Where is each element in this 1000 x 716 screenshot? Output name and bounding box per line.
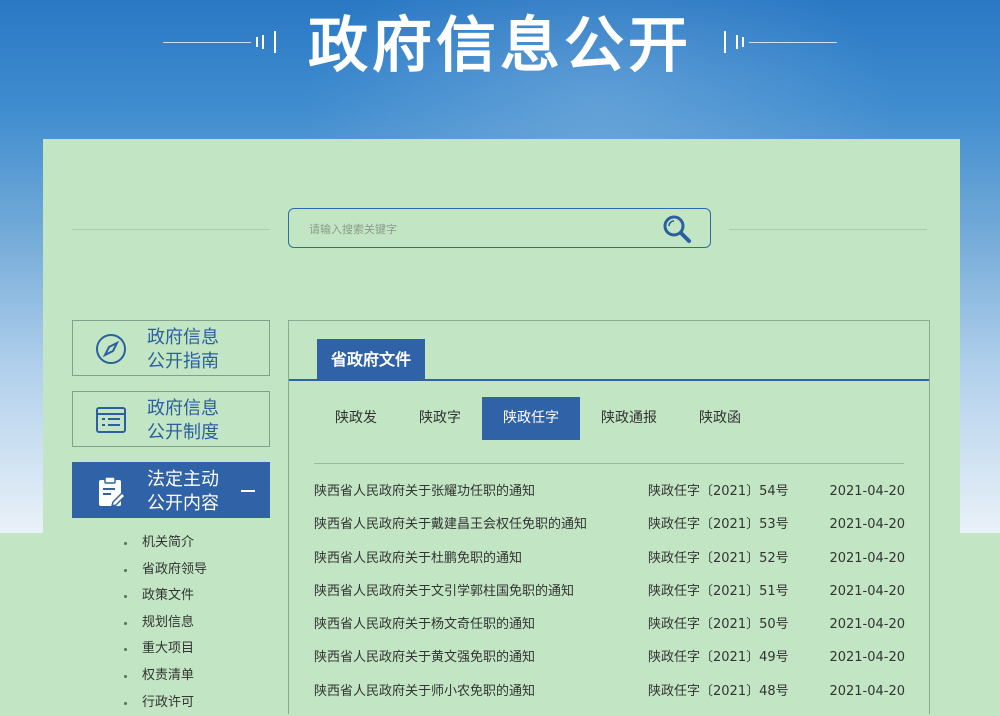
search-input[interactable]: [307, 218, 641, 240]
list-item: 陕西省人民政府关于张耀功任职的通知 陕政任字〔2021〕54号 2021-04-…: [314, 477, 905, 510]
list-item: 陕西省人民政府关于黄文强免职的通知 陕政任字〔2021〕49号 2021-04-…: [314, 643, 905, 676]
sidebar-item-label: 公开指南: [147, 351, 219, 372]
sidebar-item-label: 政府信息: [147, 327, 219, 348]
list-item: 陕西省人民政府关于杜鹏免职的通知 陕政任字〔2021〕52号 2021-04-2…: [314, 544, 905, 577]
document-date: 2021-04-20: [829, 550, 905, 566]
list-item: 陕西省人民政府关于文引学郭柱国免职的通知 陕政任字〔2021〕51号 2021-…: [314, 577, 905, 610]
sub-item-power-list[interactable]: 权责清单: [122, 663, 207, 690]
tab-shanzhengfa[interactable]: 陕政发: [314, 397, 398, 440]
search-icon[interactable]: [662, 214, 692, 244]
sidebar-item-guide[interactable]: 政府信息 公开指南: [72, 320, 270, 376]
document-date: 2021-04-20: [829, 517, 905, 533]
document-title-link[interactable]: 陕西省人民政府关于师小农免职的通知: [314, 677, 535, 707]
sub-item-leaders[interactable]: 省政府领导: [122, 557, 207, 584]
document-date: 2021-04-20: [829, 617, 905, 633]
sub-item-major-projects[interactable]: 重大项目: [122, 636, 207, 663]
document-number: 陕政任字〔2021〕50号: [648, 617, 789, 633]
sub-item-planning[interactable]: 规划信息: [122, 610, 207, 637]
document-number: 陕政任字〔2021〕49号: [648, 650, 789, 666]
sidebar-item-system[interactable]: 政府信息 公开制度: [72, 391, 270, 447]
document-number: 陕政任字〔2021〕54号: [648, 484, 789, 499]
sidebar-item-content[interactable]: 法定主动 公开内容: [72, 462, 270, 518]
document-number: 陕政任字〔2021〕48号: [648, 683, 789, 699]
tab-shanzhengzi[interactable]: 陕政字: [398, 397, 482, 440]
document-title-link[interactable]: 陕西省人民政府关于戴建昌王会权任免职的通知: [314, 510, 587, 540]
list-item: 陕西省人民政府关于师小农免职的通知 陕政任字〔2021〕48号 2021-04-…: [314, 677, 905, 710]
document-title-link[interactable]: 陕西省人民政府关于黄文强免职的通知: [314, 643, 535, 673]
sub-item-policy-docs[interactable]: 政策文件: [122, 583, 207, 610]
page-title: 政府信息公开: [308, 11, 692, 81]
list-item: 陕西省人民政府关于杨文奇任职的通知 陕政任字〔2021〕50号 2021-04-…: [314, 610, 905, 643]
document-date: 2021-04-20: [829, 484, 905, 499]
sidebar-item-label: 法定主动: [147, 469, 219, 490]
document-date: 2021-04-20: [829, 683, 905, 699]
sub-item-licensing[interactable]: 行政许可: [122, 690, 207, 716]
section-title-rule: [289, 379, 929, 381]
document-title-link[interactable]: 陕西省人民政府关于文引学郭柱国免职的通知: [314, 577, 574, 607]
search-divider-right: [729, 229, 927, 230]
document-number: 陕政任字〔2021〕52号: [648, 550, 789, 566]
document-number: 陕政任字〔2021〕51号: [648, 583, 789, 599]
document-title-link[interactable]: 陕西省人民政府关于杜鹏免职的通知: [314, 544, 522, 574]
list-item: 陕西省人民政府关于戴建昌王会权任免职的通知 陕政任字〔2021〕53号 2021…: [314, 510, 905, 543]
document-list: 陕西省人民政府关于张耀功任职的通知 陕政任字〔2021〕54号 2021-04-…: [314, 477, 905, 710]
tab-shanzhengtongbao[interactable]: 陕政通报: [580, 397, 678, 440]
section-title-tab[interactable]: 省政府文件: [317, 339, 425, 380]
search-box: [288, 208, 711, 248]
sidebar-item-label: 公开内容: [147, 493, 219, 514]
doc-type-tabs: 陕政发 陕政字 陕政任字 陕政通报 陕政函: [314, 397, 762, 440]
clipboard-edit-icon: [95, 475, 127, 508]
list-divider: [314, 463, 904, 464]
document-date: 2021-04-20: [829, 583, 905, 599]
document-title-link[interactable]: 陕西省人民政府关于张耀功任职的通知: [314, 477, 535, 507]
compass-icon: [95, 333, 127, 365]
sidebar-sub-list: 机关简介 省政府领导 政策文件 规划信息 重大项目 权责清单 行政许可: [122, 530, 207, 716]
tab-shanzhengrenzi[interactable]: 陕政任字: [482, 397, 580, 440]
sub-item-agency-intro[interactable]: 机关简介: [122, 530, 207, 557]
sidebar-item-label: 公开制度: [147, 422, 219, 443]
collapse-icon[interactable]: [241, 490, 255, 492]
sidebar-item-label: 政府信息: [147, 398, 219, 419]
document-list-icon: [95, 404, 127, 436]
search-divider-left: [72, 229, 270, 230]
document-number: 陕政任字〔2021〕53号: [648, 517, 789, 533]
document-title-link[interactable]: 陕西省人民政府关于杨文奇任职的通知: [314, 610, 535, 640]
document-date: 2021-04-20: [829, 650, 905, 666]
tab-shanzhenghan[interactable]: 陕政函: [678, 397, 762, 440]
